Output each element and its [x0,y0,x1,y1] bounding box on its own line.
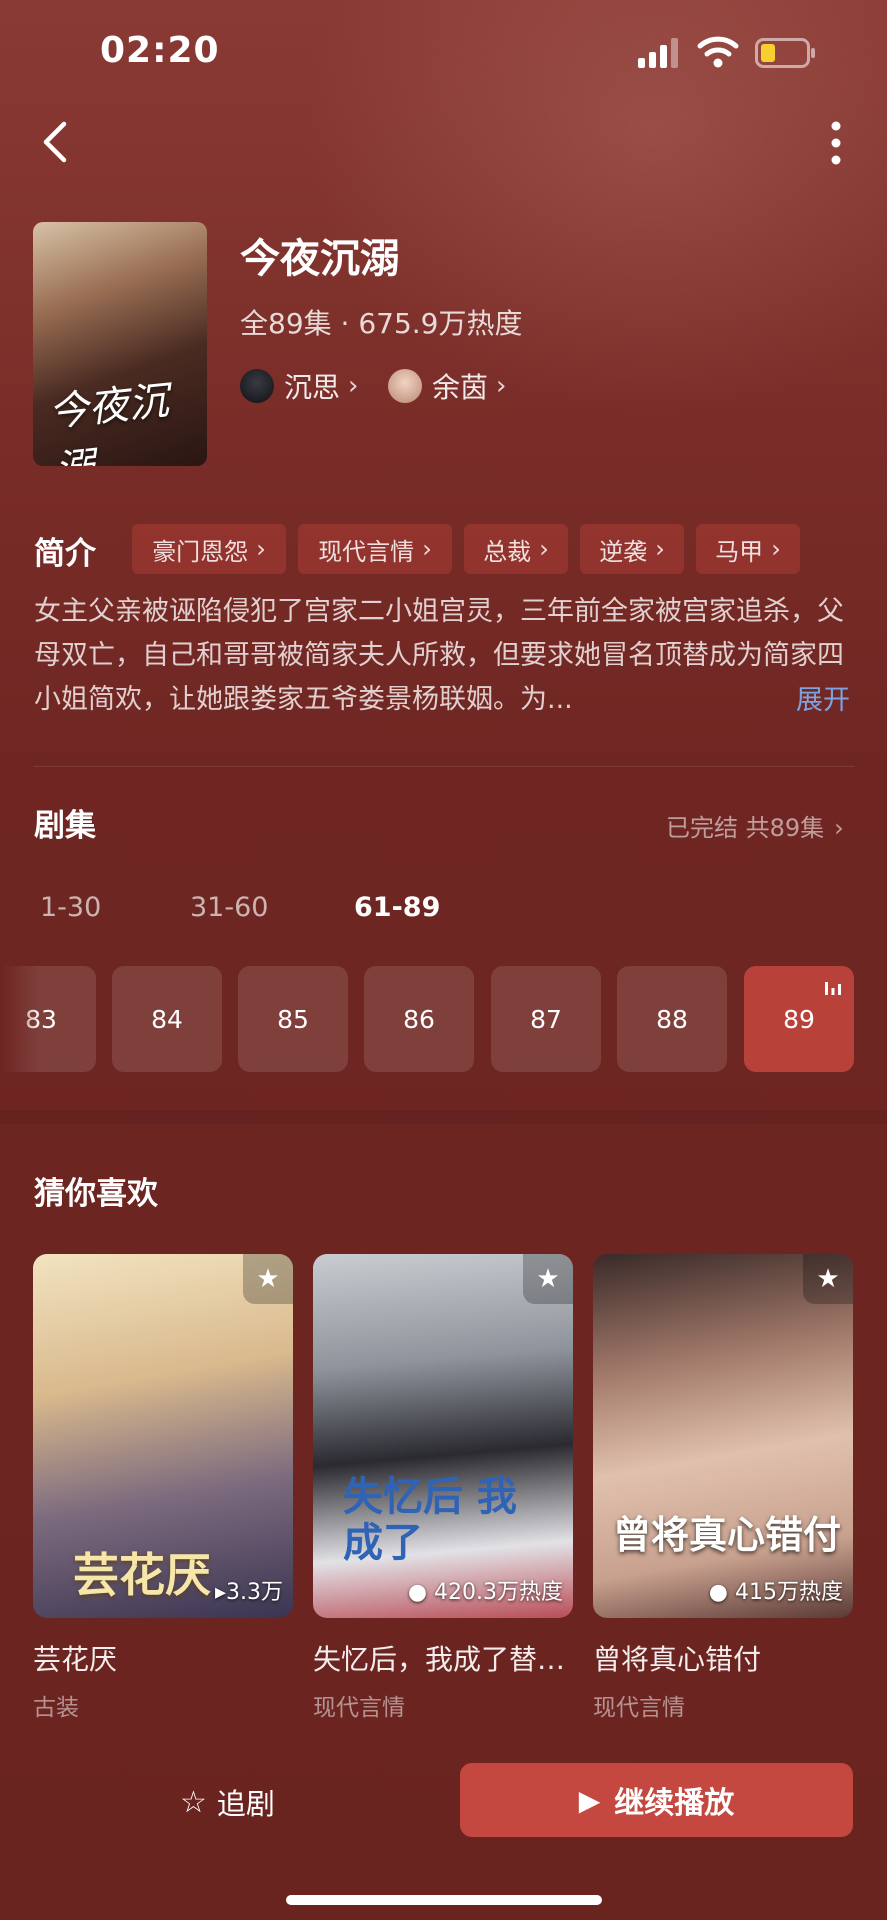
flame-icon: ● [407,1580,428,1605]
episode-button[interactable]: 87 [491,966,601,1072]
recommend-title[interactable]: 芸花厌 [33,1638,295,1678]
tag-label: 逆袭 [599,537,648,566]
recommend-genre: 古装 [33,1695,79,1721]
tag-chip[interactable]: 豪门恩怨 › [132,524,286,574]
playing-indicator-icon [825,982,841,995]
wifi-icon [697,36,739,68]
chevron-right-icon: › [771,535,781,563]
expand-link[interactable]: 展开 [796,678,850,717]
heat-value: 420.3万热度 [434,1580,563,1605]
section-separator [0,1110,887,1124]
range-tab-1[interactable]: 1-30 [40,892,101,923]
play-icon: ▶ [578,1783,601,1817]
range-tab-2[interactable]: 31-60 [190,892,268,923]
poster-title-art: 失忆后 我成了 [343,1473,517,1566]
recommend-heading: 猜你喜欢 [34,1176,158,1212]
heat-value: 3.3万 [226,1580,283,1605]
actor-link-2[interactable]: 余茵 › [388,366,506,406]
star-icon[interactable]: ★ [803,1254,853,1304]
battery-icon [755,38,815,68]
heat-count: ▸3.3万 [215,1574,283,1606]
actor-avatar [388,369,422,403]
drama-cover-image[interactable]: 今夜沉溺 [33,222,207,466]
recommend-title[interactable]: 失忆后，我成了替… [313,1638,575,1678]
star-icon[interactable]: ★ [523,1254,573,1304]
recommend-genre: 现代言情 [313,1695,405,1721]
intro-heading: 简介 [34,536,96,572]
recommend-card-poster[interactable]: 失忆后 我成了 ★ ● 420.3万热度 [313,1254,573,1618]
tag-chip[interactable]: 总裁 › [464,524,568,574]
intro-description: 女主父亲被诬陷侵犯了宫家二小姐宫灵，三年前全家被宫家追杀，父母双亡，自己和哥哥被… [34,596,844,715]
recommend-genre: 现代言情 [593,1695,685,1721]
poster-title-art: 芸花厌 [73,1548,211,1602]
back-arrow-icon[interactable] [36,118,74,166]
tag-chip[interactable]: 马甲 › [696,524,800,574]
actor-link-1[interactable]: 沉思 › [240,366,358,406]
chevron-right-icon: › [348,371,359,401]
drama-meta: 全89集 · 675.9万热度 [240,307,523,340]
chevron-right-icon: › [256,535,266,563]
recommend-card-poster[interactable]: 芸花厌 ★ ▸3.3万 [33,1254,293,1618]
poster-title-art: 曾将真心错付 [613,1512,842,1557]
cover-title-art: 今夜沉溺 [46,377,171,466]
actor-avatar [240,369,274,403]
chevron-right-icon: › [496,371,507,401]
chevron-right-icon: › [422,535,432,563]
drama-title: 今夜沉溺 [240,236,400,282]
star-icon[interactable]: ★ [243,1254,293,1304]
status-time: 02:20 [100,30,220,71]
heat-value: 415万热度 [735,1580,843,1605]
tag-chip[interactable]: 逆袭 › [580,524,684,574]
actor-name: 沉思 [284,371,341,404]
continue-play-button[interactable]: ▶ 继续播放 [460,1763,853,1837]
tag-label: 总裁 [483,537,532,566]
chevron-right-icon: › [539,535,549,563]
episode-button[interactable]: 86 [364,966,474,1072]
tag-label: 现代言情 [318,537,415,566]
chevron-right-icon: › [834,814,844,842]
heat-count: ● 420.3万热度 [408,1574,563,1606]
episode-button[interactable]: 85 [238,966,348,1072]
home-indicator[interactable] [286,1895,602,1905]
recommend-card-poster[interactable]: 曾将真心错付 ★ ● 415万热度 [593,1254,853,1618]
scroll-fade [0,966,40,1072]
section-divider [34,766,854,767]
episodes-heading: 剧集 [34,808,96,844]
actor-name: 余茵 [432,371,489,404]
cellular-signal-icon [638,38,678,68]
tag-label: 马甲 [715,537,764,566]
follow-label: 追剧 [216,1787,275,1821]
chevron-right-icon: › [655,535,665,563]
episode-button[interactable]: 84 [112,966,222,1072]
star-outline-icon: ☆ [180,1784,207,1820]
tag-label: 豪门恩怨 [152,537,249,566]
recommend-title[interactable]: 曾将真心错付 [593,1638,855,1678]
range-tab-3[interactable]: 61-89 [354,892,440,923]
episode-button-current[interactable]: 89 [744,966,854,1072]
more-options-icon[interactable] [826,120,846,166]
episodes-status-link[interactable]: 已完结 共89集 › [666,808,844,843]
play-label: 继续播放 [614,1786,735,1821]
heat-count: ● 415万热度 [709,1574,843,1606]
episodes-status-text: 已完结 共89集 [666,814,825,842]
flame-icon: ▸ [214,1580,226,1605]
tag-chip[interactable]: 现代言情 › [298,524,452,574]
episode-number: 89 [783,1004,815,1034]
flame-icon: ● [708,1580,728,1605]
follow-button[interactable]: ☆ 追剧 [180,1782,275,1822]
episode-button[interactable]: 88 [617,966,727,1072]
